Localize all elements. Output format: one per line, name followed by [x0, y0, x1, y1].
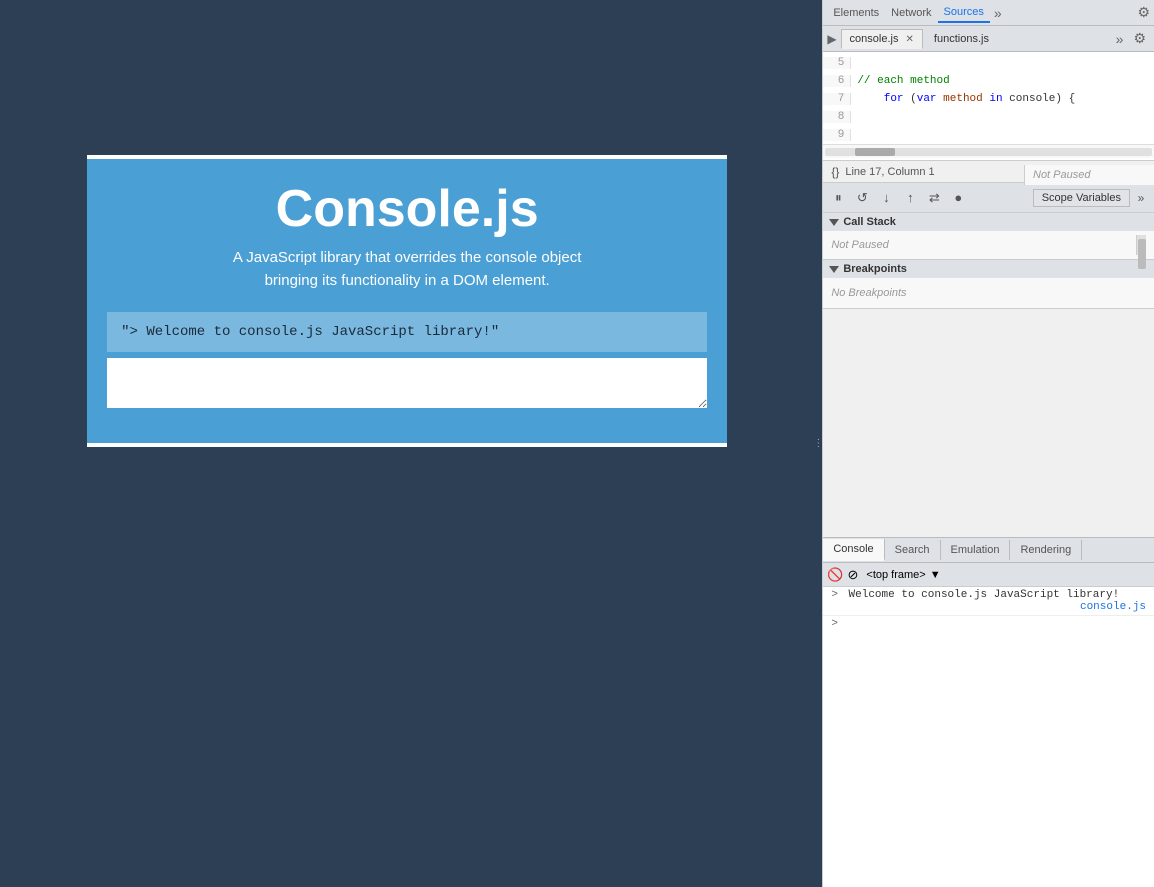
breakpoints-content: No Breakpoints: [823, 278, 1154, 308]
line-content-7: for (var method in console) {: [851, 93, 1075, 105]
console-log-entry: > Welcome to console.js JavaScript libra…: [823, 587, 1154, 616]
breakpoints-header[interactable]: Breakpoints: [823, 260, 1154, 278]
log-text: Welcome to console.js JavaScript library…: [849, 589, 1120, 601]
line-num-7: 7: [823, 93, 851, 105]
no-breakpoints-text: No Breakpoints: [831, 287, 906, 299]
nav-tab-sources[interactable]: Sources: [938, 3, 990, 23]
file-tab-functions-js-label: functions.js: [934, 33, 989, 45]
panel-expand-button[interactable]: »: [1132, 187, 1150, 209]
code-scrollbar-thumb: [855, 148, 895, 156]
code-horizontal-scrollbar[interactable]: [823, 144, 1154, 158]
status-bar-text: Line 17, Column 1: [845, 166, 934, 178]
code-line-7: 7 for (var method in console) {: [823, 90, 1154, 108]
file-tab-close-icon[interactable]: ✕: [906, 34, 914, 45]
console-input-field[interactable]: [107, 358, 707, 408]
devtools-panel: Elements Network Sources » ⚙ ▶ console.j…: [822, 0, 1154, 887]
console-output-area: 🚫 ⊘ <top frame> ▼ > Welcome to console.j…: [823, 563, 1154, 887]
frame-selector-label: <top frame>: [866, 569, 925, 581]
console-tab-emulation[interactable]: Emulation: [941, 540, 1011, 560]
subtitle-line1: A JavaScript library that overrides the …: [233, 249, 582, 266]
console-tab-console[interactable]: Console: [823, 539, 884, 561]
step-over-button[interactable]: ↓: [875, 187, 897, 209]
tab-settings-icon[interactable]: ⚙: [1129, 30, 1150, 47]
scope-variables-button[interactable]: Scope Variables: [1033, 189, 1130, 207]
console-title: Console.js: [107, 179, 707, 239]
console-tab-rendering[interactable]: Rendering: [1010, 540, 1082, 560]
console-prompt-input[interactable]: [842, 618, 1146, 630]
console-subtitle: A JavaScript library that overrides the …: [107, 247, 707, 292]
nav-tab-network[interactable]: Network: [885, 4, 937, 22]
step-into-button[interactable]: ↑: [899, 187, 921, 209]
code-scrollbar-track: [825, 148, 1152, 156]
code-editor-area: 5 6 // each method 7 for (var method in …: [823, 52, 1154, 161]
step-out-button[interactable]: ⇄: [923, 187, 945, 209]
code-line-5: 5: [823, 54, 1154, 72]
call-stack-scrollbar-thumb: [1138, 239, 1146, 269]
breakpoints-section: Breakpoints No Breakpoints: [823, 260, 1154, 309]
call-stack-scrollbar[interactable]: [1136, 235, 1146, 255]
debugger-controls-bar: ⏸ ↺ ↓ ↑ ⇄ ● Scope Variables »: [823, 183, 1154, 213]
clear-console-icon[interactable]: 🚫: [827, 567, 843, 583]
breakpoints-label: Breakpoints: [843, 263, 907, 275]
code-line-6: 6 // each method: [823, 72, 1154, 90]
line-num-6: 6: [823, 75, 851, 87]
file-tab-console-js[interactable]: console.js ✕: [841, 29, 923, 49]
devtools-nav-bar: Elements Network Sources » ⚙: [823, 0, 1154, 26]
file-tab-console-js-label: console.js: [850, 33, 899, 45]
console-tabs-bar: Console Search Emulation Rendering: [823, 537, 1154, 563]
breakpoints-collapse-icon: [829, 266, 839, 273]
resume-button[interactable]: ↺: [851, 187, 873, 209]
file-tab-functions-js[interactable]: functions.js: [925, 29, 998, 49]
line-num-5: 5: [823, 57, 851, 69]
curly-braces-icon: {}: [831, 165, 839, 179]
console-output-display: "> Welcome to console.js JavaScript libr…: [107, 312, 707, 352]
deactivate-button[interactable]: ●: [947, 187, 969, 209]
subtitle-line2: bringing its functionality in a DOM elem…: [265, 272, 550, 289]
console-tab-search[interactable]: Search: [885, 540, 941, 560]
line-num-9: 9: [823, 129, 851, 141]
nav-more-button[interactable]: »: [990, 5, 1006, 21]
call-stack-collapse-icon: [829, 219, 839, 226]
pause-button[interactable]: ⏸: [827, 187, 849, 209]
line-content-6: // each method: [851, 75, 949, 87]
code-line-9: 9: [823, 126, 1154, 144]
devtools-settings-icon[interactable]: ⚙: [1137, 4, 1150, 21]
call-stack-section: Call Stack Not Paused: [823, 213, 1154, 260]
log-arrow-icon: >: [831, 589, 838, 601]
console-widget: Console.js A JavaScript library that ove…: [87, 155, 727, 447]
file-tabs-bar: ▶ console.js ✕ functions.js » ⚙: [823, 26, 1154, 52]
main-page-area: Console.js A JavaScript library that ove…: [0, 0, 814, 887]
console-toolbar: 🚫 ⊘ <top frame> ▼: [823, 563, 1154, 587]
tab-more-icon[interactable]: »: [1112, 31, 1128, 47]
filter-console-icon[interactable]: ⊘: [848, 567, 859, 583]
frame-selector-arrow[interactable]: ▼: [930, 569, 941, 581]
panel-resize-handle[interactable]: ⋮: [814, 0, 822, 887]
call-stack-label: Call Stack: [843, 216, 896, 228]
console-prompt-line: >: [823, 616, 1154, 632]
call-stack-header[interactable]: Call Stack: [823, 213, 1154, 231]
file-tab-icon: ▶: [827, 32, 836, 46]
not-paused-text: Not Paused: [831, 239, 888, 251]
side-pane: Call Stack Not Paused Not Paused Breakpo…: [823, 213, 1154, 537]
prompt-arrow-icon: >: [831, 618, 838, 630]
code-line-8: 8: [823, 108, 1154, 126]
log-source-link[interactable]: console.js: [1080, 601, 1146, 613]
call-stack-content: Not Paused: [823, 231, 1154, 259]
nav-tab-elements[interactable]: Elements: [827, 4, 885, 22]
line-num-8: 8: [823, 111, 851, 123]
